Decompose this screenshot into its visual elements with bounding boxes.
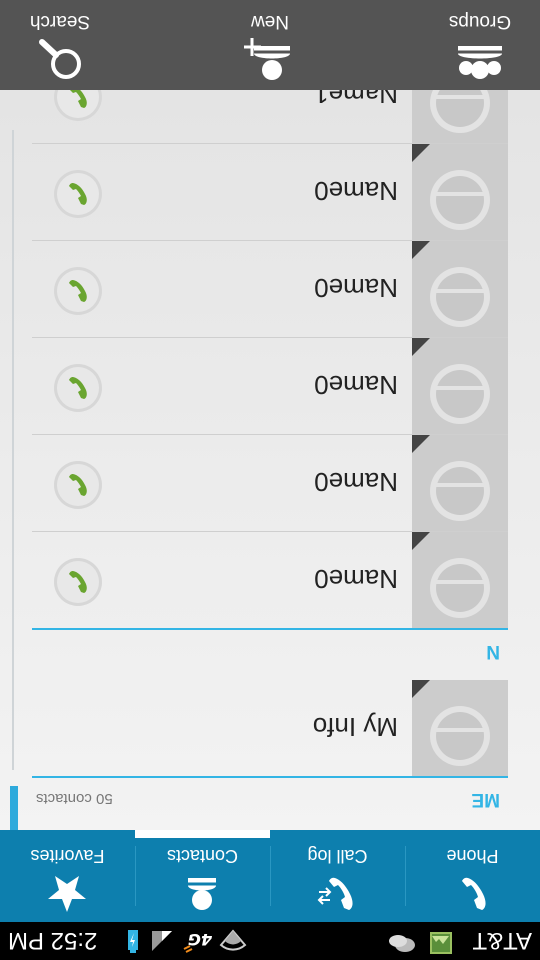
tab-phone-label: Phone — [446, 846, 499, 866]
call-button[interactable] — [54, 558, 102, 606]
status-bar: AT&T 4G 2:52 PM — [0, 922, 540, 960]
phone-icon — [69, 377, 87, 399]
scroll-track — [12, 130, 14, 770]
network-4g-icon: 4G — [182, 929, 214, 953]
tab-call-log-label: Call log — [307, 846, 368, 866]
call-button[interactable] — [54, 364, 102, 412]
tab-bar: Phone Call log Contacts Favorites — [0, 830, 540, 922]
wifi-hotspot-icon — [219, 929, 248, 953]
signal-icon — [148, 929, 174, 953]
contact-name: Name0 — [314, 370, 398, 400]
avatar — [412, 532, 508, 628]
contacts-screen: AT&T 4G 2:52 PM Phone Call log Contacts … — [0, 0, 540, 960]
new-contact-button[interactable]: New — [210, 0, 330, 90]
scrollbar-thumb[interactable] — [10, 786, 18, 830]
contact-name: Name0 — [314, 273, 398, 303]
tab-favorites[interactable]: Favorites — [0, 830, 135, 922]
phone-icon — [69, 571, 87, 593]
contact-name: Name0 — [314, 176, 398, 206]
action-bar: Groups New Search — [0, 0, 540, 90]
contact-name: Name0 — [314, 467, 398, 497]
avatar — [412, 435, 508, 531]
section-header-me: ME 50 contacts — [32, 776, 508, 830]
tab-call-log[interactable]: Call log — [270, 830, 405, 922]
contacts-icon — [183, 874, 223, 914]
search-label: Search — [29, 11, 91, 32]
contact-count: 50 contacts — [36, 790, 113, 807]
call-button[interactable] — [54, 461, 102, 509]
section-title-me: ME — [471, 789, 501, 810]
image-notification-icon — [426, 930, 452, 954]
groups-button[interactable]: Groups — [420, 0, 540, 90]
call-log-icon — [318, 874, 358, 914]
battery-icon — [126, 929, 140, 953]
contact-name: Name0 — [314, 564, 398, 594]
clock-label: 2:52 PM — [8, 927, 98, 954]
phone-icon — [69, 183, 87, 205]
chat-notification-icon — [389, 930, 416, 954]
tab-phone[interactable]: Phone — [405, 830, 540, 922]
avatar — [412, 680, 508, 776]
section-title-n: N — [486, 641, 500, 662]
call-button[interactable] — [54, 267, 102, 315]
avatar — [412, 144, 508, 240]
contact-list[interactable]: ME 50 contacts My Info N Name0 Name0 Nam… — [0, 47, 540, 830]
new-label: New — [251, 11, 290, 32]
add-contact-icon — [244, 38, 296, 82]
search-icon — [34, 38, 86, 82]
phone-icon — [453, 874, 493, 914]
tab-contacts-label: Contacts — [166, 846, 239, 866]
phone-icon — [69, 474, 87, 496]
groups-label: Groups — [448, 11, 512, 32]
phone-icon — [69, 280, 87, 302]
contact-row[interactable]: Name0 — [32, 337, 508, 434]
avatar — [412, 241, 508, 337]
call-button[interactable] — [54, 170, 102, 218]
avatar — [412, 338, 508, 434]
tab-favorites-label: Favorites — [30, 846, 105, 866]
search-button[interactable]: Search — [0, 0, 120, 90]
contact-row[interactable]: Name0 — [32, 531, 508, 628]
groups-icon — [454, 38, 506, 82]
star-icon — [48, 874, 88, 914]
section-header-n: N — [32, 628, 508, 680]
tab-contacts[interactable]: Contacts — [135, 830, 270, 922]
contact-row[interactable]: Name0 — [32, 434, 508, 531]
contact-row[interactable]: Name0 — [32, 240, 508, 337]
my-info-name: My Info — [312, 712, 398, 742]
selected-tab-indicator — [135, 830, 270, 838]
contact-row[interactable]: Name0 — [32, 143, 508, 240]
svg-text:4G: 4G — [188, 930, 213, 949]
my-info-row[interactable]: My Info — [32, 680, 508, 776]
carrier-label: AT&T — [472, 927, 532, 954]
